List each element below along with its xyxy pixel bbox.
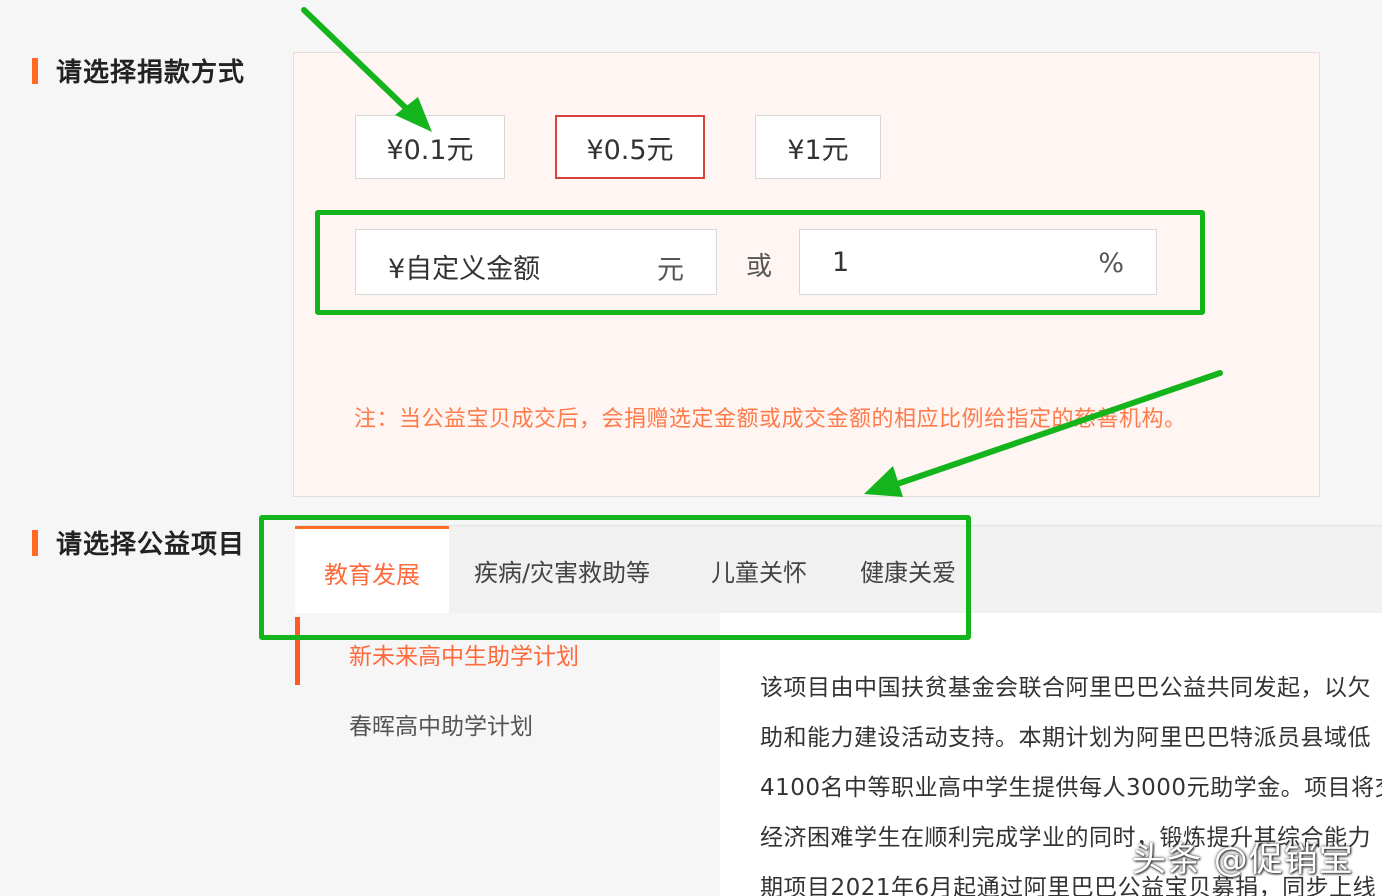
annotation-arrows	[301, 7, 1223, 497]
annotation-arrow-icon	[864, 370, 1223, 497]
annotation-arrow-icon	[301, 7, 432, 132]
watermark: 头条 @促销宝	[1132, 840, 1354, 880]
